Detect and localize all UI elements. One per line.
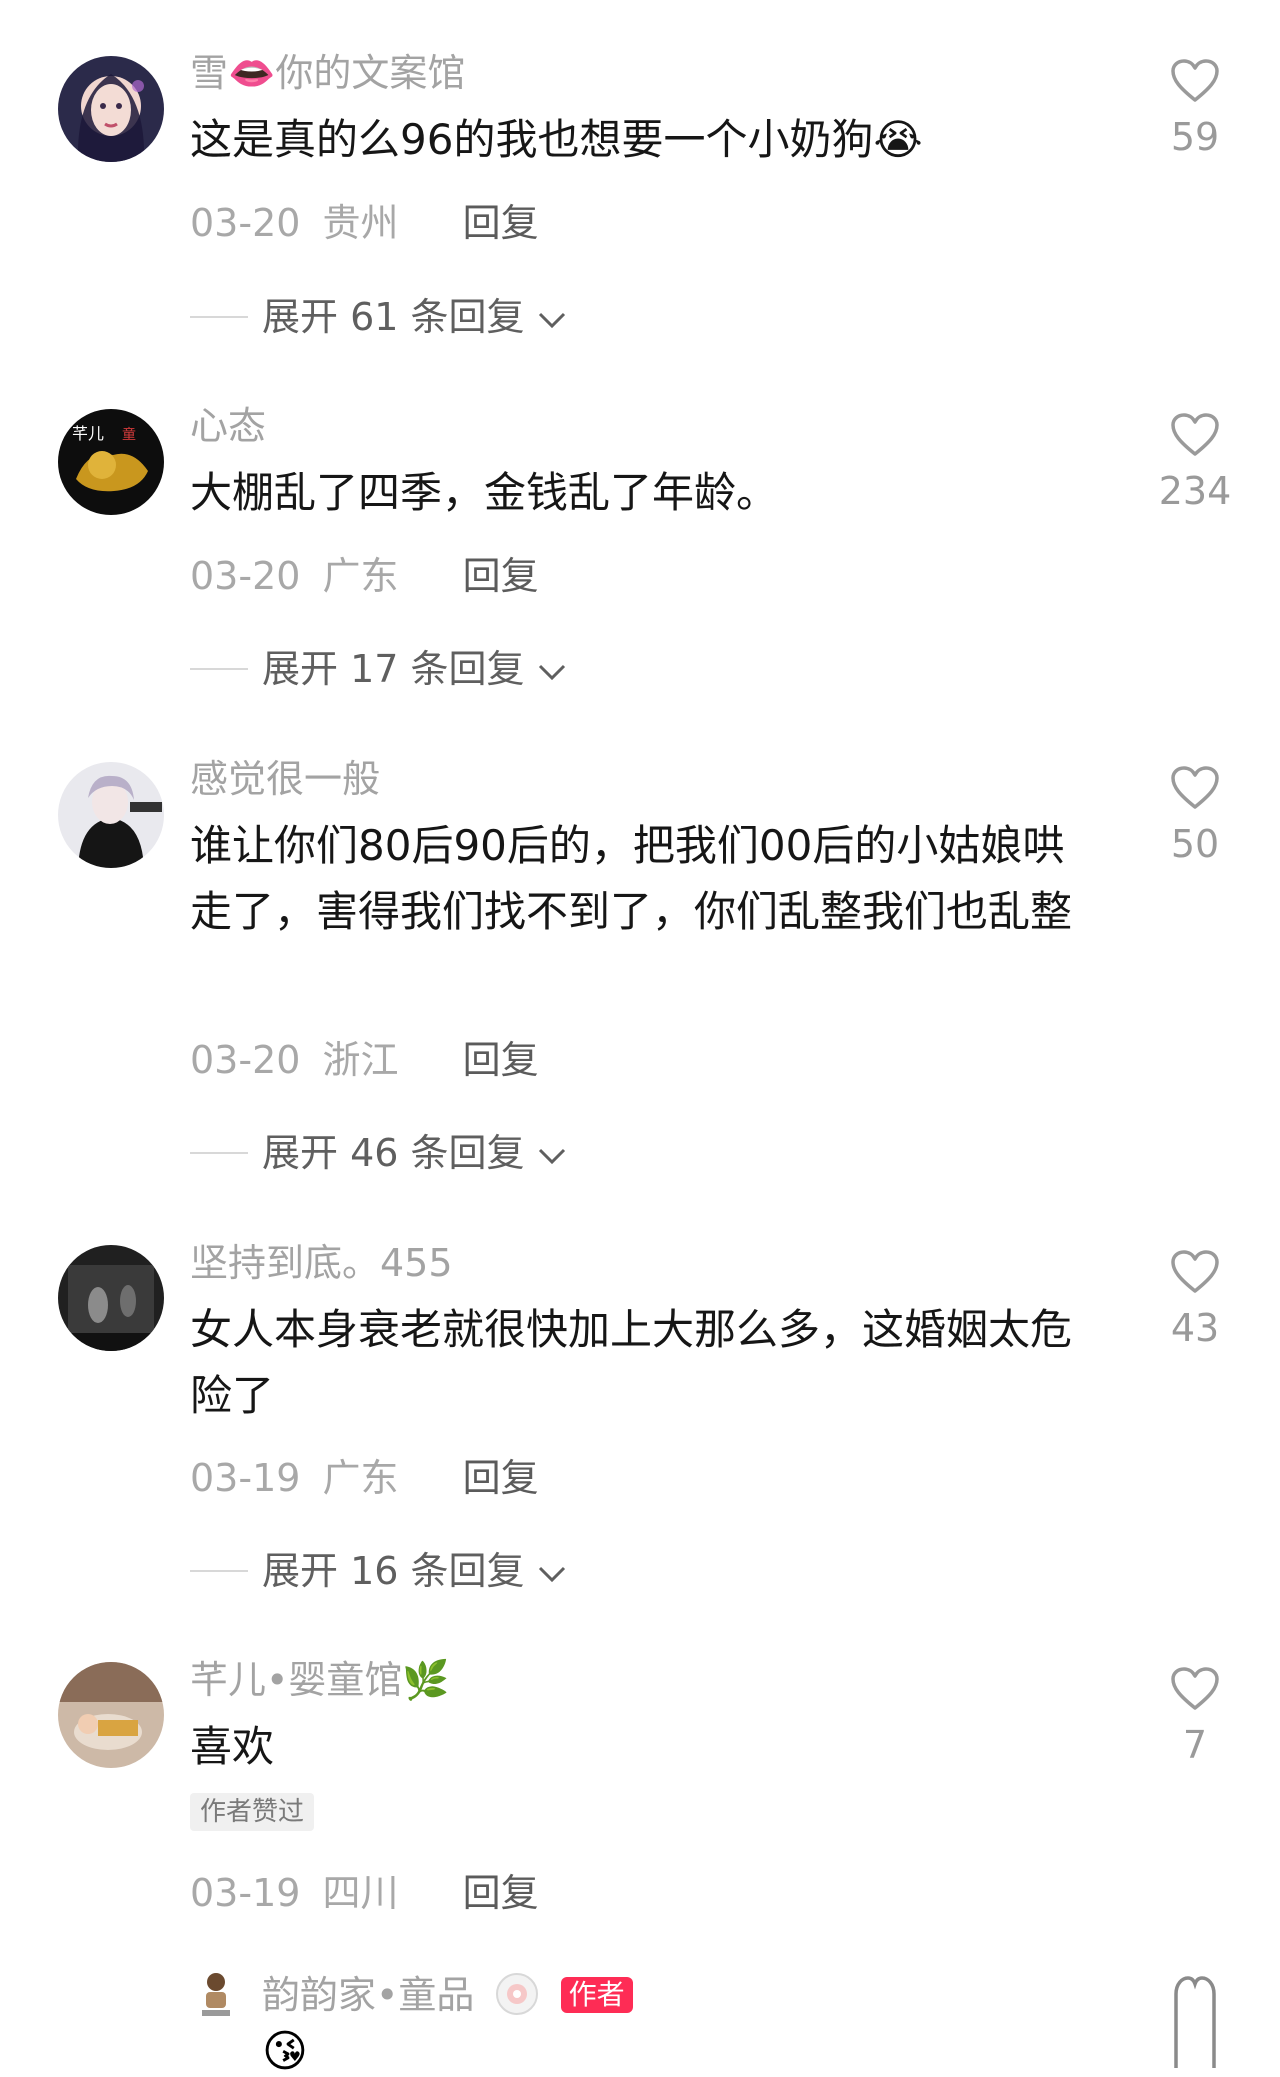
comment-region: 广东 xyxy=(322,1456,399,1500)
heart-outline-icon xyxy=(1170,1976,1220,2076)
like-button[interactable]: 7 xyxy=(1150,1666,1240,1768)
like-button[interactable]: 59 xyxy=(1150,58,1240,160)
divider xyxy=(190,1152,248,1154)
comment-meta: 03-19 四川 回复 xyxy=(190,1870,539,1916)
comment-date: 03-20 xyxy=(190,554,301,598)
chevron-down-icon xyxy=(537,1548,567,1594)
comment-meta: 03-19 广东 回复 xyxy=(190,1455,539,1501)
avatar[interactable] xyxy=(58,1662,164,1768)
heart-outline-icon xyxy=(1170,1667,1220,1716)
chevron-down-icon xyxy=(537,646,567,692)
comment-date: 03-19 xyxy=(190,1456,301,1500)
comment-region: 四川 xyxy=(322,1871,399,1915)
author-tag: 作者 xyxy=(560,1977,633,2013)
like-button[interactable]: 50 xyxy=(1150,765,1240,867)
reply-button[interactable]: 回复 xyxy=(463,1870,539,1916)
chevron-down-icon xyxy=(537,1130,567,1176)
expand-replies-button[interactable]: 展开 17 条回复 xyxy=(190,646,567,692)
like-count: 43 xyxy=(1170,1306,1220,1350)
comment-username[interactable]: 坚持到底。455 xyxy=(190,1240,453,1286)
expand-replies-label: 展开 61 条回复 xyxy=(262,295,525,339)
reply-avatar[interactable] xyxy=(196,1968,236,2018)
like-button[interactable]: 234 xyxy=(1150,412,1240,514)
reply-button[interactable]: 回复 xyxy=(463,200,539,246)
author-liked-badge: 作者赞过 xyxy=(190,1793,315,1831)
avatar[interactable]: 芊儿 童 xyxy=(58,409,164,515)
reply-button[interactable]: 回复 xyxy=(463,553,539,599)
comment-username[interactable]: 雪👄你的文案馆 xyxy=(190,50,465,96)
store-badge-icon xyxy=(495,1972,539,2026)
comment-text: 女人本身衰老就很快加上大那么多，这婚姻太危险了 xyxy=(190,1305,1073,1420)
comment-username[interactable]: 芊儿•婴童馆🌿 xyxy=(190,1657,450,1703)
comment-meta: 03-20 贵州 回复 xyxy=(190,200,539,246)
reply-username-row[interactable]: 韵韵家•童品 作者 xyxy=(262,1972,633,2026)
expand-replies-button[interactable]: 展开 16 条回复 xyxy=(190,1548,567,1594)
reply-username[interactable]: 韵韵家•童品 xyxy=(262,1973,474,2017)
heart-outline-icon xyxy=(1170,59,1220,108)
comment-date: 03-20 xyxy=(190,201,301,245)
comment-meta: 03-20 广东 回复 xyxy=(190,553,539,599)
divider xyxy=(190,668,248,670)
expand-replies-label: 展开 46 条回复 xyxy=(262,1131,525,1175)
comment-username[interactable]: 感觉很一般 xyxy=(190,756,380,802)
like-count: 7 xyxy=(1182,1723,1208,1767)
heart-outline-icon xyxy=(1170,1250,1220,1299)
expand-replies-button[interactable]: 展开 61 条回复 xyxy=(190,294,567,340)
like-count: 234 xyxy=(1158,469,1232,513)
expand-replies-label: 展开 16 条回复 xyxy=(262,1549,525,1593)
comment-text: 谁让你们80后90后的，把我们00后的小姑娘哄走了，害得我们找不到了，你们乱整我… xyxy=(190,821,1073,936)
comment-text: 大棚乱了四季，金钱乱了年龄。 xyxy=(190,468,779,517)
divider xyxy=(190,316,248,318)
like-count: 59 xyxy=(1170,115,1220,159)
avatar[interactable] xyxy=(58,56,164,162)
heart-outline-icon xyxy=(1170,766,1220,815)
comment-meta: 03-20 浙江 回复 xyxy=(190,1037,539,1083)
expand-replies-button[interactable]: 展开 46 条回复 xyxy=(190,1130,567,1176)
heart-outline-icon xyxy=(1170,413,1220,462)
avatar[interactable] xyxy=(58,762,164,868)
chevron-down-icon xyxy=(537,294,567,340)
like-count: 50 xyxy=(1170,822,1220,866)
divider xyxy=(190,1570,248,1572)
comment-region: 浙江 xyxy=(322,1038,399,1082)
comment-region: 广东 xyxy=(322,554,399,598)
comment-username[interactable]: 心态 xyxy=(190,403,266,449)
reply-button[interactable]: 回复 xyxy=(463,1037,539,1083)
reply-emoji: 😘 xyxy=(262,2026,308,2077)
comment-text: 这是真的么96的我也想要一个小奶狗😭 xyxy=(190,115,923,164)
svg-text:童: 童 xyxy=(122,426,136,443)
comment-text: 喜欢 xyxy=(190,1722,275,1771)
comment-date: 03-20 xyxy=(190,1038,301,1082)
avatar[interactable] xyxy=(58,1245,164,1351)
reply-button[interactable]: 回复 xyxy=(463,1455,539,1501)
like-button[interactable]: 43 xyxy=(1150,1249,1240,1351)
comment-date: 03-19 xyxy=(190,1871,301,1915)
like-button[interactable] xyxy=(1150,1972,1240,2076)
svg-text:芊儿: 芊儿 xyxy=(72,424,104,443)
comment-region: 贵州 xyxy=(322,201,399,245)
expand-replies-label: 展开 17 条回复 xyxy=(262,647,525,691)
